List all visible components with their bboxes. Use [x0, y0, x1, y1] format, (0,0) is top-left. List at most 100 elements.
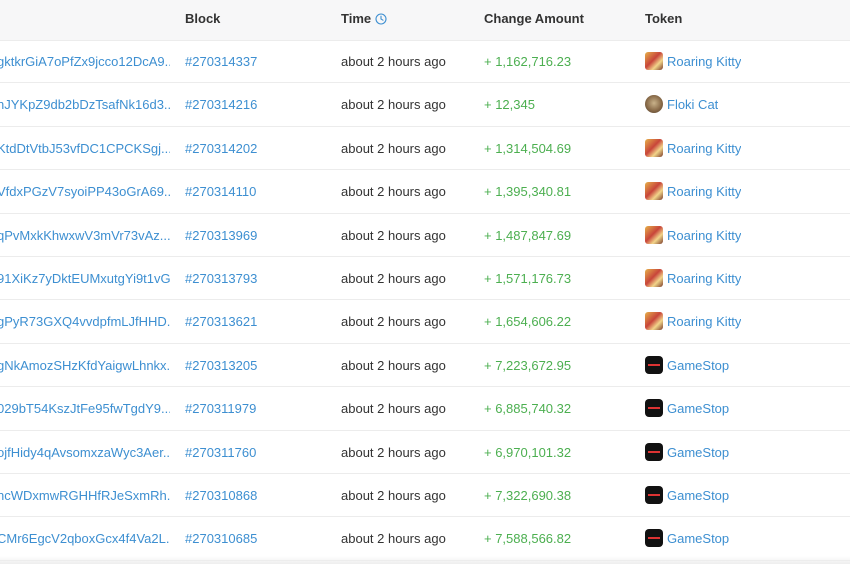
- time-text: about 2 hours ago: [341, 184, 446, 200]
- token-link[interactable]: Roaring Kitty: [645, 214, 741, 257]
- signature-link[interactable]: 029bT54KszJtFe95fwTgdY9...: [0, 387, 170, 430]
- time-text: about 2 hours ago: [341, 97, 446, 113]
- table-body: gktkrGiA7oPfZx9jcco12DcA9... #270314337 ab…: [0, 40, 850, 561]
- roaring-kitty-icon: [645, 138, 663, 157]
- signature-link[interactable]: nJYKpZ9db2bDzTsafNk16d3...: [0, 83, 170, 126]
- time-text: about 2 hours ago: [341, 531, 446, 547]
- change-amount: + 7,588,566.82: [484, 531, 572, 547]
- token-link[interactable]: GameStop: [645, 344, 729, 387]
- token-name: Roaring Kitty: [667, 227, 742, 243]
- token-link[interactable]: GameStop: [645, 474, 729, 517]
- gamestop-icon: [645, 355, 663, 374]
- time-text: about 2 hours ago: [341, 444, 446, 460]
- column-header-block: Block: [185, 11, 221, 26]
- table-row: KtdDtVtbJ53vfDC1CPCKSgj... #270314202 abou…: [0, 127, 850, 171]
- clock-icon[interactable]: [375, 13, 387, 25]
- change-amount: + 7,223,672.95: [484, 357, 572, 373]
- signature-link[interactable]: ncWDxmwRGHHfRJeSxmRh...: [0, 474, 170, 517]
- block-link[interactable]: #270310868: [185, 474, 257, 517]
- signature-link[interactable]: qPvMxkKhwxwV3mVr73vAz...: [0, 214, 170, 257]
- token-name: Roaring Kitty: [667, 54, 742, 69]
- roaring-kitty-icon: [645, 225, 663, 244]
- roaring-kitty-icon: [645, 312, 663, 331]
- signature-text: gktkrGiA7oPfZx9jcco12DcA9...: [0, 54, 170, 69]
- token-name: GameStop: [667, 531, 730, 547]
- block-link[interactable]: #270314216: [185, 83, 257, 126]
- token-link[interactable]: GameStop: [645, 387, 729, 430]
- roaring-kitty-icon: [645, 52, 663, 70]
- token-name: GameStop: [667, 444, 730, 460]
- signature-link[interactable]: gNkAmozSHzKfdYaigwLhnkx...: [0, 344, 170, 387]
- table-row: CMr6EgcV2qboxGcx4f4Va2L... #270310685 abou…: [0, 517, 850, 561]
- transactions-table: Block Time Change Amount Token gktkrGiA7…: [0, 0, 850, 564]
- table-row: ojfHidy4qAvsomxzaWyc3Aer... #270311760 abo…: [0, 431, 850, 474]
- gamestop-icon: [645, 399, 663, 418]
- change-amount: + 6,970,101.32: [484, 444, 572, 460]
- table-row: gPyR73GXQ4vvdpfmLJfHHD... #270313621 about…: [0, 300, 850, 344]
- signature-link[interactable]: 91XiKz7yDktEUMxutgYi9t1vG...: [0, 257, 170, 300]
- block-link[interactable]: #270311979: [185, 387, 256, 430]
- token-link[interactable]: Roaring Kitty: [645, 127, 741, 170]
- column-header-change-amount: Change Amount: [484, 11, 584, 26]
- block-link[interactable]: #270313793: [185, 257, 257, 300]
- token-name: Roaring Kitty: [667, 314, 742, 330]
- signature-text: nJYKpZ9db2bDzTsafNk16d3...: [0, 97, 170, 113]
- signature-link[interactable]: ojfHidy4qAvsomxzaWyc3Aer...: [0, 431, 170, 474]
- token-link[interactable]: Roaring Kitty: [645, 170, 741, 213]
- signature-text: ojfHidy4qAvsomxzaWyc3Aer...: [0, 444, 170, 460]
- change-amount: + 7,322,690.38: [484, 487, 572, 503]
- signature-link[interactable]: CMr6EgcV2qboxGcx4f4Va2L...: [0, 517, 170, 560]
- time-text: about 2 hours ago: [341, 227, 446, 243]
- token-link[interactable]: Floki Cat: [645, 83, 718, 126]
- change-amount: + 1,487,847.69: [484, 227, 572, 243]
- signature-link[interactable]: gktkrGiA7oPfZx9jcco12DcA9...: [0, 40, 170, 83]
- change-amount: + 1,654,606.22: [484, 314, 572, 330]
- block-link[interactable]: #270313969: [185, 214, 257, 257]
- table-header: Block Time Change Amount Token: [0, 0, 850, 41]
- time-text: about 2 hours ago: [341, 487, 446, 503]
- table-row: qPvMxkKhwxwV3mVr73vAz... #270313969 about …: [0, 214, 850, 257]
- token-name: GameStop: [667, 357, 730, 373]
- column-header-time[interactable]: Time: [341, 11, 387, 26]
- time-text: about 2 hours ago: [341, 314, 446, 330]
- roaring-kitty-icon: [645, 182, 663, 201]
- scroll-shadow: [0, 556, 850, 564]
- signature-text: gPyR73GXQ4vvdpfmLJfHHD...: [0, 314, 170, 330]
- time-text: about 2 hours ago: [341, 54, 446, 69]
- change-amount: + 1,571,176.73: [484, 270, 572, 286]
- change-amount: + 6,885,740.32: [484, 401, 572, 417]
- signature-text: qPvMxkKhwxwV3mVr73vAz...: [0, 227, 170, 243]
- time-text: about 2 hours ago: [341, 401, 446, 417]
- time-text: about 2 hours ago: [341, 270, 446, 286]
- table-row: ncWDxmwRGHHfRJeSxmRh... #270310868 about 2…: [0, 474, 850, 518]
- signature-link[interactable]: KtdDtVtbJ53vfDC1CPCKSgj...: [0, 127, 170, 170]
- token-link[interactable]: GameStop: [645, 517, 729, 560]
- signature-link[interactable]: gPyR73GXQ4vvdpfmLJfHHD...: [0, 300, 170, 343]
- change-amount: + 1,395,340.81: [484, 184, 572, 200]
- gamestop-icon: [645, 442, 663, 461]
- signature-link[interactable]: VfdxPGzV7syoiPP43oGrA69...: [0, 170, 170, 213]
- floki-cat-icon: [645, 95, 663, 114]
- block-link[interactable]: #270314110: [185, 170, 256, 213]
- block-link[interactable]: #270314202: [185, 127, 257, 170]
- signature-text: ncWDxmwRGHHfRJeSxmRh...: [0, 487, 170, 503]
- block-link[interactable]: #270314337: [185, 40, 257, 83]
- token-name: Roaring Kitty: [667, 140, 742, 156]
- block-link[interactable]: #270311760: [185, 431, 256, 474]
- token-link[interactable]: GameStop: [645, 431, 729, 474]
- signature-text: gNkAmozSHzKfdYaigwLhnkx...: [0, 357, 170, 373]
- block-link[interactable]: #270310685: [185, 517, 257, 560]
- table-row: 91XiKz7yDktEUMxutgYi9t1vG... #270313793 ab…: [0, 257, 850, 301]
- token-link[interactable]: Roaring Kitty: [645, 300, 741, 343]
- table-row: nJYKpZ9db2bDzTsafNk16d3... #270314216 abou…: [0, 83, 850, 127]
- signature-text: 029bT54KszJtFe95fwTgdY9...: [0, 401, 170, 417]
- block-link[interactable]: #270313621: [185, 300, 257, 343]
- table-row: 029bT54KszJtFe95fwTgdY9... #270311979 abou…: [0, 387, 850, 431]
- gamestop-icon: [645, 485, 663, 504]
- token-name: Roaring Kitty: [667, 184, 742, 200]
- block-link[interactable]: #270313205: [185, 344, 257, 387]
- column-header-token: Token: [645, 11, 683, 26]
- token-link[interactable]: Roaring Kitty: [645, 257, 741, 300]
- token-name: Roaring Kitty: [667, 270, 742, 286]
- token-link[interactable]: Roaring Kitty: [645, 40, 741, 83]
